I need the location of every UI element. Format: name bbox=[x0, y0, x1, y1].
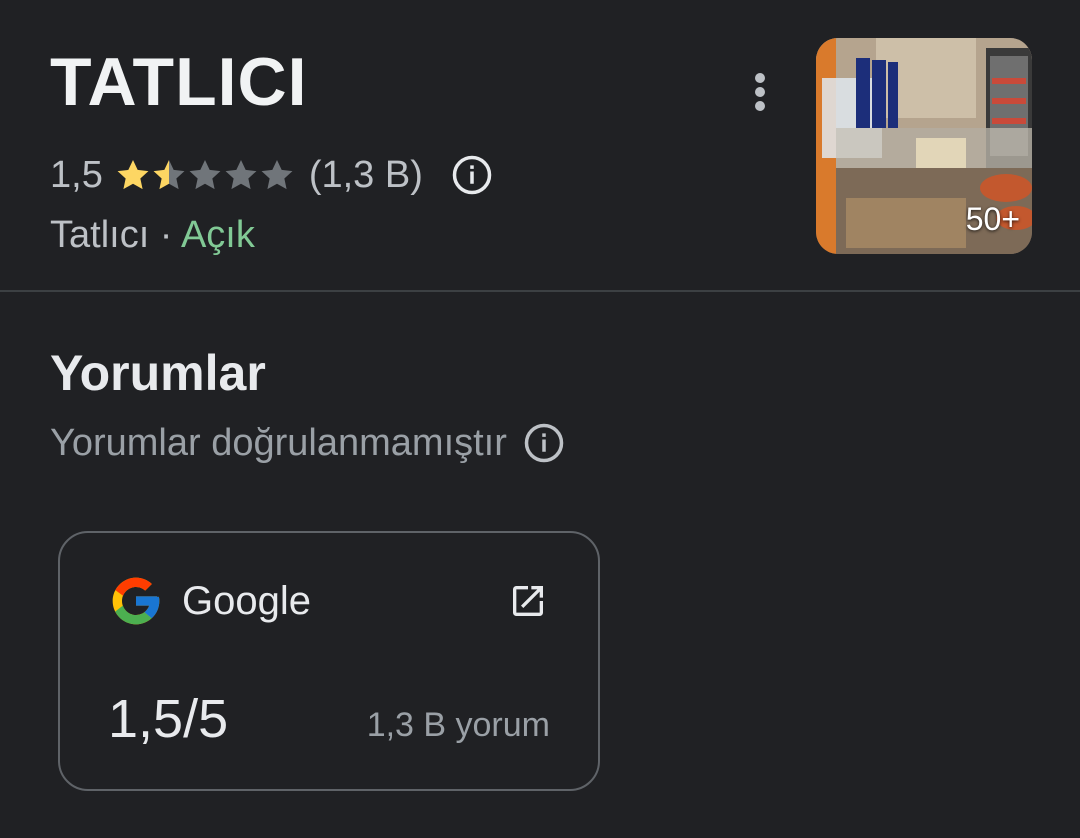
reviews-section-title: Yorumlar bbox=[50, 345, 266, 401]
google-review-card[interactable]: Google 1,5/5 1,3 B yorum bbox=[58, 531, 600, 791]
info-icon[interactable] bbox=[451, 154, 493, 196]
place-title: TATLICI bbox=[50, 44, 308, 120]
star-full-icon bbox=[117, 160, 149, 190]
open-status: Açık bbox=[180, 214, 255, 256]
info-icon[interactable] bbox=[523, 422, 565, 464]
star-empty-icon bbox=[225, 160, 257, 190]
review-score: 1,5/5 bbox=[108, 689, 229, 749]
review-count[interactable]: (1,3 B) bbox=[309, 154, 423, 197]
open-external-icon[interactable] bbox=[508, 581, 548, 621]
category-status-row: Tatlıcı · Açık bbox=[50, 210, 255, 260]
review-count-label: 1,3 B yorum bbox=[366, 706, 550, 744]
more-options-button[interactable] bbox=[740, 70, 780, 114]
photo-count-label: 50+ bbox=[965, 201, 1020, 237]
star-half-icon bbox=[153, 160, 185, 190]
rating-row: 1,5 (1,3 B) bbox=[50, 150, 493, 200]
more-vert-icon bbox=[755, 73, 765, 111]
separator: · bbox=[149, 214, 181, 256]
reviews-disclaimer-text: Yorumlar doğrulanmamıştır bbox=[50, 422, 507, 464]
rating-value: 1,5 bbox=[50, 153, 103, 196]
star-empty-icon bbox=[261, 160, 293, 190]
divider bbox=[0, 290, 1080, 292]
reviews-disclaimer: Yorumlar doğrulanmamıştır bbox=[50, 418, 565, 468]
category-label: Tatlıcı bbox=[50, 214, 150, 256]
place-photo-thumbnail[interactable]: 50+ bbox=[816, 38, 1032, 254]
star-rating bbox=[115, 157, 295, 193]
google-logo-icon bbox=[112, 577, 160, 625]
star-empty-icon bbox=[189, 160, 221, 190]
review-source-name: Google bbox=[182, 579, 311, 623]
